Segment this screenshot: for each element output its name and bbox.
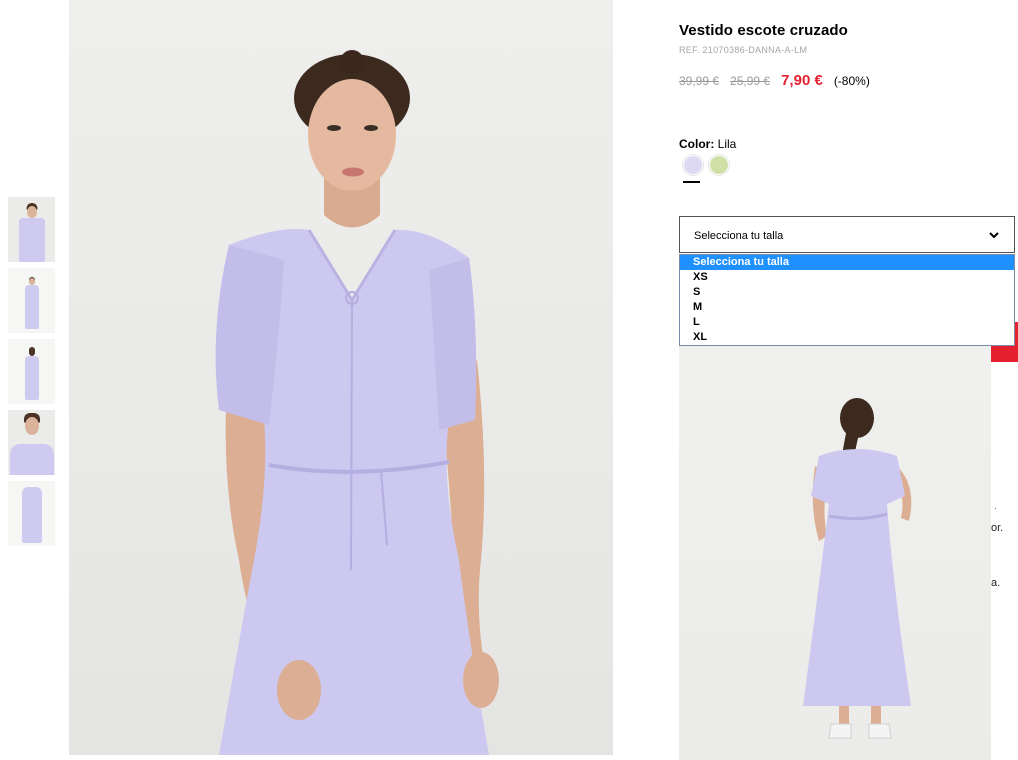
secondary-product-illustration <box>803 398 912 739</box>
size-select-value: Selecciona tu talla <box>694 230 784 242</box>
discount-badge: (-80%) <box>833 74 870 88</box>
size-option[interactable]: S <box>680 285 1014 300</box>
price-original: 39,99 € <box>679 74 720 88</box>
thumbnail-figure-head <box>28 278 35 285</box>
description-fragment: or. <box>991 522 1004 534</box>
color-swatch-lila[interactable] <box>683 155 703 175</box>
thumbnail-figure-head <box>28 349 35 356</box>
main-product-illustration <box>215 50 499 755</box>
thumbnail-5[interactable] <box>8 481 55 546</box>
price-row: 39,99 € 25,99 € 7,90 € (-80%) <box>679 72 870 89</box>
selected-swatch-indicator <box>683 181 700 183</box>
secondary-product-image[interactable] <box>679 346 991 760</box>
thumbnail-3[interactable] <box>8 339 55 404</box>
size-option[interactable]: M <box>680 300 1014 315</box>
thumbnail-1[interactable] <box>8 197 55 262</box>
thumbnail-figure-dress <box>24 356 39 400</box>
thumbnail-2[interactable] <box>8 268 55 333</box>
thumbnail-4[interactable] <box>8 410 55 475</box>
thumbnail-figure-dress <box>24 285 39 329</box>
thumbnail-dress-flat <box>21 487 42 543</box>
size-option[interactable]: XS <box>680 270 1014 285</box>
color-swatch-verde[interactable] <box>709 155 729 175</box>
thumbnail-figure-dress <box>9 444 54 475</box>
main-product-image[interactable] <box>69 0 613 755</box>
chevron-down-icon <box>988 228 1000 246</box>
color-value: Lila <box>717 137 737 151</box>
thumbnail-figure-dress <box>18 218 45 262</box>
size-select[interactable]: Selecciona tu talla <box>679 216 1015 253</box>
size-dropdown-list: Selecciona tu talla XS S M L XL <box>679 254 1015 346</box>
size-option[interactable]: XL <box>680 330 1014 345</box>
product-info-panel: Vestido escote cruzado REF. 21070386-DAN… <box>679 0 1018 760</box>
price-previous: 25,99 € <box>730 74 771 88</box>
product-reference: REF. 21070386-DANNA-A-LM <box>679 45 808 55</box>
product-title: Vestido escote cruzado <box>679 22 848 39</box>
thumbnail-figure-head <box>26 206 37 218</box>
color-label-row: Color: Lila <box>679 137 736 151</box>
description-fragment: a. <box>991 577 1001 589</box>
thumbnail-figure-head <box>24 417 39 435</box>
thumbnail-list <box>8 197 55 552</box>
description-fragment-dot: · <box>994 504 997 513</box>
price-current: 7,90 € <box>781 72 823 89</box>
size-option[interactable]: Selecciona tu talla <box>680 255 1014 270</box>
size-option[interactable]: L <box>680 315 1014 330</box>
color-label: Color: <box>679 137 715 151</box>
